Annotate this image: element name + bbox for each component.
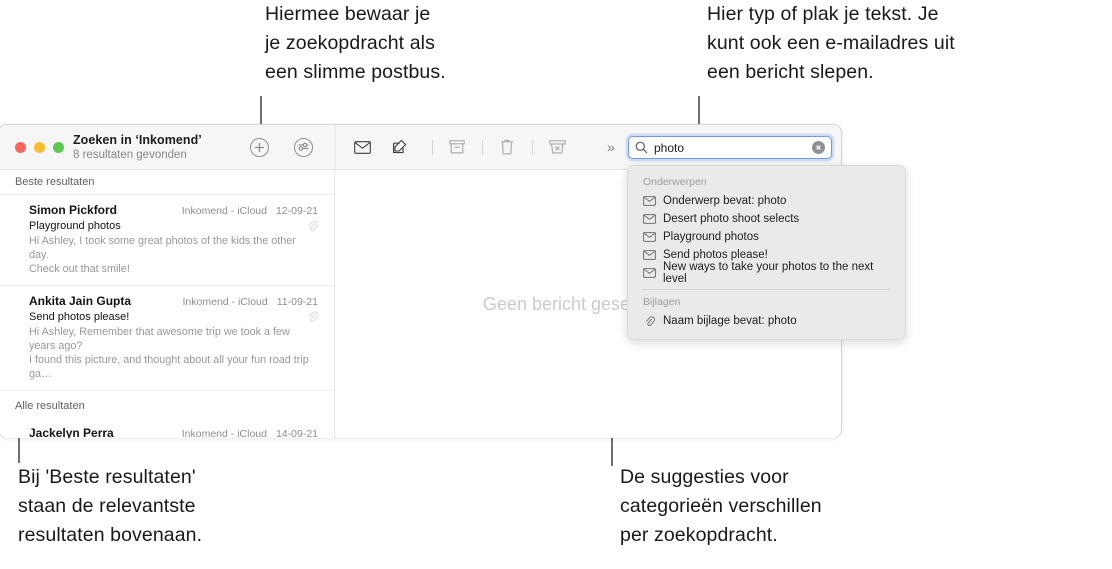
table-row[interactable]: Simon Pickford Inkomend - iCloud 12-09-2… [0,195,334,286]
message-header-row: Jackelyn Perra Inkomend - iCloud 14-09-2… [29,426,318,438]
table-row[interactable]: Jackelyn Perra Inkomend - iCloud 14-09-2… [0,418,334,438]
compose-message-icon[interactable] [387,135,413,159]
suggestions-group-header: Onderwerpen [643,176,707,188]
message-subject: Send photos please! [29,310,130,323]
suggestions-divider [642,289,891,290]
envelope-icon [643,268,656,278]
suggestion-item[interactable]: Desert photo shoot selects [628,210,905,228]
search-field-wrapper [628,136,832,159]
envelope-icon [643,196,656,206]
suggestion-label: New ways to take your photos to the next… [663,261,874,285]
message-sender: Jackelyn Perra [29,426,114,438]
window-title-block: Zoeken in ‘Inkomend’ 8 resultaten gevond… [73,133,202,161]
suggestion-label: Onderwerp bevat: photo [663,195,787,207]
close-window-button[interactable] [15,142,26,153]
message-mailbox: Inkomend - iCloud [182,296,268,308]
message-mailbox: Inkomend - iCloud [181,428,267,438]
message-sender: Simon Pickford [29,203,118,217]
toolbar-separator-2 [482,139,483,155]
search-suggestions-popover[interactable]: Onderwerpen Onderwerp bevat: photo Deser… [627,165,906,340]
callout-best-results: Bij 'Beste resultaten' staan de relevant… [18,466,203,546]
message-subject-row: Send photos please! [29,310,318,323]
toolbar-actions [349,135,582,159]
search-icon [635,141,648,154]
section-header-all: Alle resultaten [15,400,85,412]
message-preview: Hi Ashley, Remember that awesome trip we… [29,326,309,380]
toolbar-divider [335,125,336,170]
message-subject: Playground photos [29,219,121,232]
envelope-icon [643,232,656,242]
toolbar-separator-1 [432,139,433,155]
zoom-window-button[interactable] [53,142,64,153]
search-field[interactable] [628,136,832,159]
message-date: 11-09-21 [276,296,318,308]
sliders-icon [298,142,309,151]
section-header-best: Beste resultaten [0,170,334,195]
paperclip-icon [645,316,655,326]
search-input[interactable] [654,140,812,155]
table-row[interactable]: Ankita Jain Gupta Inkomend - iCloud 11-0… [0,286,334,391]
mark-unread-envelope-icon[interactable] [349,135,375,159]
message-date: 12-09-21 [275,205,318,217]
suggestion-label: Desert photo shoot selects [663,213,800,225]
paperclip-icon [308,311,318,322]
results-count-label: 8 resultaten gevonden [73,149,187,161]
message-subject-row: Playground photos [29,219,318,232]
envelope-icon [643,214,656,224]
window-toolbar: Zoeken in ‘Inkomend’ 8 resultaten gevond… [0,125,841,170]
clear-search-icon[interactable] [812,141,825,154]
message-mailbox: Inkomend - iCloud [181,205,267,217]
suggestions-group-header: Bijlagen [643,296,681,308]
callout-suggestions: De suggesties voor categorieën verschill… [620,466,822,546]
suggestion-label: Playground photos [663,231,759,243]
minimize-window-button[interactable] [34,142,45,153]
screenshot-stage: Hiermee bewaar je je zoekopdracht als ee… [0,0,1112,569]
filter-button[interactable] [294,138,313,157]
suggestion-item[interactable]: Onderwerp bevat: photo [628,192,905,210]
window-controls[interactable] [15,142,64,153]
suggestion-label: Naam bijlage bevat: photo [663,315,797,327]
junk-mail-icon[interactable] [544,135,570,159]
message-header-row: Ankita Jain Gupta Inkomend - iCloud 11-0… [29,294,318,308]
callout-search-field: Hier typ of plak je tekst. Je kunt ook e… [707,3,955,83]
delete-trash-icon[interactable] [494,135,520,159]
toolbar-separator-3 [532,139,533,155]
suggestion-item[interactable]: New ways to take your photos to the next… [628,261,905,285]
window-title: Zoeken in ‘Inkomend’ [73,133,202,147]
message-header-row: Simon Pickford Inkomend - iCloud 12-09-2… [29,203,318,217]
plus-icon [255,143,264,152]
message-preview: Hi Ashley, I took some great photos of t… [29,235,296,275]
message-date: 14-09-21 [275,428,318,438]
suggestion-item[interactable]: Playground photos [628,228,905,246]
message-list-pane[interactable]: Beste resultaten Simon Pickford Inkomend… [0,170,335,438]
envelope-icon [643,250,656,260]
callout-save-search: Hiermee bewaar je je zoekopdracht als ee… [265,3,446,83]
suggestion-label: Send photos please! [663,249,768,261]
message-sender: Ankita Jain Gupta [29,294,132,308]
toolbar-overflow-chevron-icon[interactable]: » [607,139,615,155]
archive-icon[interactable] [444,135,470,159]
paperclip-icon [308,220,318,231]
suggestion-item[interactable]: Naam bijlage bevat: photo [628,312,905,330]
save-search-button[interactable] [250,138,269,157]
